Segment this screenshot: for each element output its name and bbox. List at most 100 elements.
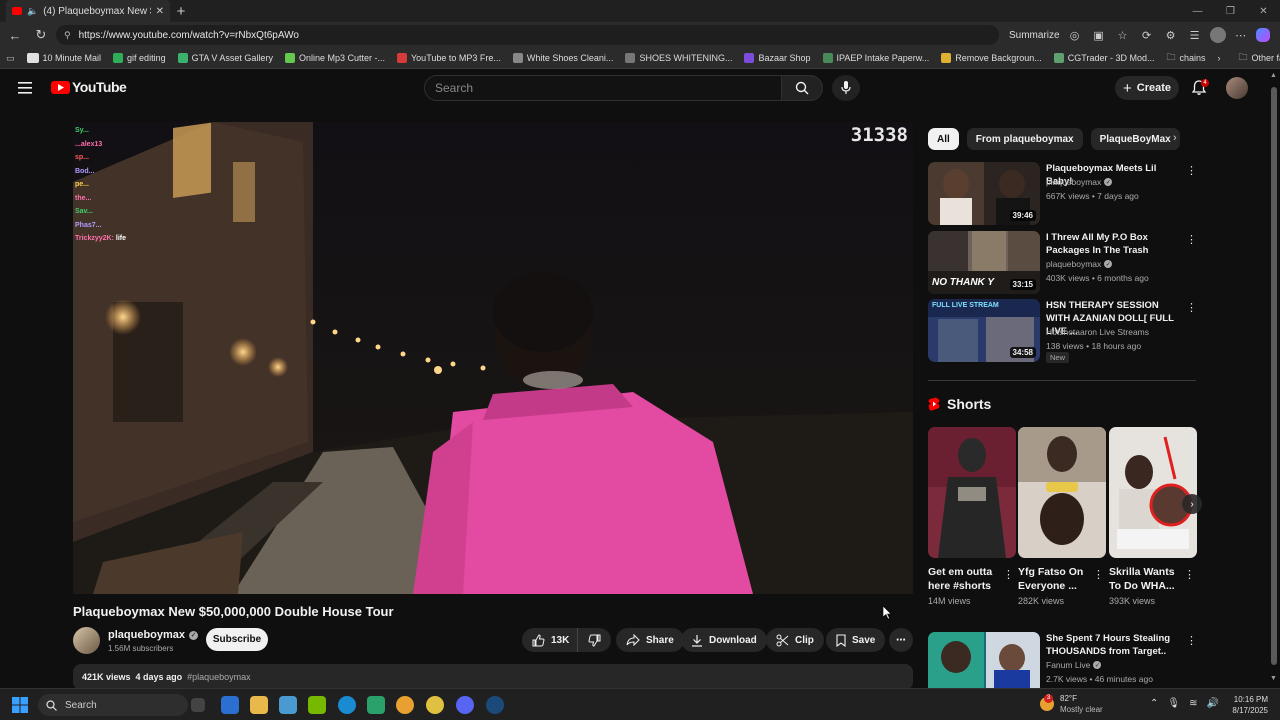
site-info-icon[interactable]: ⚲	[64, 30, 71, 41]
speaker-icon[interactable]: 🔈	[27, 6, 38, 17]
short-item[interactable]: Get em outta here #shorts 14M views ⋮	[928, 427, 1016, 606]
more-vertical-icon[interactable]: ⋮	[1186, 301, 1197, 315]
new-tab-icon[interactable]: +	[170, 0, 192, 22]
video-player[interactable]: 31338 Sy... ...alex13 sp... Bod... pe...…	[73, 122, 913, 594]
recommended-video[interactable]: She Spent 7 Hours Stealing THOUSANDS fro…	[928, 632, 1196, 688]
chip-plaqueboymax[interactable]: PlaqueBoyMax	[1090, 128, 1180, 150]
search-button[interactable]	[781, 75, 823, 101]
short-item[interactable]: Yfg Fatso On Everyone ... 282K views ⋮	[1018, 427, 1106, 606]
widgets-icon[interactable]	[221, 696, 239, 714]
hashtag-link[interactable]: #plaqueboymax	[187, 672, 251, 682]
close-tab-icon[interactable]: ✕	[156, 6, 164, 17]
short-thumbnail[interactable]	[1109, 427, 1197, 558]
scroll-up-icon[interactable]: ▲	[1270, 72, 1277, 79]
voice-search-button[interactable]	[832, 75, 860, 101]
bookmark-item[interactable]: Bazaar Shop	[744, 53, 811, 63]
chevron-right-icon[interactable]: ›	[1218, 53, 1221, 63]
wifi-icon[interactable]: ≋	[1189, 698, 1197, 709]
collections-icon[interactable]: ⚙	[1162, 26, 1180, 44]
recommended-video[interactable]: NO THANK Y 33:15 I Threw All My P.O Box …	[928, 231, 1197, 295]
download-button[interactable]: Download	[681, 628, 767, 652]
video-thumbnail[interactable]: FULL LIVE STREAM 34:58	[928, 299, 1040, 362]
bookmark-item[interactable]: Online Mp3 Cutter -...	[284, 53, 385, 63]
minimize-icon[interactable]: —	[1181, 0, 1214, 22]
bookmark-item[interactable]: 10 Minute Mail	[26, 53, 101, 63]
more-vertical-icon[interactable]: ⋮	[1186, 164, 1197, 178]
create-button[interactable]: + Create	[1115, 76, 1179, 100]
subscribe-button[interactable]: Subscribe	[206, 628, 268, 651]
app-icon[interactable]	[426, 696, 444, 714]
scrollbar-thumb[interactable]	[1271, 87, 1277, 665]
favorites-bar-icon[interactable]: ☰	[1186, 26, 1204, 44]
video-thumbnail[interactable]	[928, 632, 1040, 688]
channel-name-link[interactable]: plaqueboymax ✓	[108, 629, 199, 641]
short-thumbnail[interactable]	[1018, 427, 1106, 558]
bookmark-item[interactable]: SHOES WHITENING...	[625, 53, 732, 63]
video-thumbnail[interactable]: NO THANK Y 33:15	[928, 231, 1040, 294]
description-box[interactable]: 421K views 4 days ago #plaqueboymax	[73, 664, 913, 690]
more-vertical-icon[interactable]: ⋮	[1186, 634, 1196, 648]
account-avatar[interactable]	[1226, 77, 1248, 99]
more-vertical-icon[interactable]: ⋮	[1186, 233, 1197, 247]
browser-tab-active[interactable]: 🔈 (4) Plaqueboymax New $50,000,000 Doubl…	[6, 0, 170, 22]
short-thumbnail[interactable]	[928, 427, 1016, 558]
favorite-star-icon[interactable]: ☆	[1114, 26, 1132, 44]
bookmark-folder[interactable]: 🗀 chains	[1166, 50, 1205, 66]
app-icon[interactable]	[367, 696, 385, 714]
files-app-icon[interactable]	[279, 696, 297, 714]
steam-icon[interactable]	[486, 696, 504, 714]
split-screen-icon[interactable]: ▣	[1090, 26, 1108, 44]
task-view-icon[interactable]	[191, 698, 205, 712]
search-input[interactable]: Search	[424, 75, 782, 101]
page-scrollbar[interactable]: ▲ ▼	[1268, 69, 1280, 687]
bookmark-item[interactable]: Remove Backgroun...	[941, 53, 1042, 63]
url-field[interactable]: ⚲ https://www.youtube.com/watch?v=rNbxQt…	[56, 25, 999, 45]
weather-widget[interactable]: 3 82°F Mostly clear	[1040, 693, 1103, 715]
bookmark-item[interactable]: GTA V Asset Gallery	[177, 53, 273, 63]
volume-icon[interactable]: 🔊	[1206, 698, 1218, 709]
more-vertical-icon[interactable]: ⋮	[1003, 568, 1014, 581]
save-button[interactable]: Save	[826, 628, 886, 652]
bookmark-item[interactable]: YouTube to MP3 Fre...	[397, 53, 501, 63]
menu-icon[interactable]	[18, 81, 34, 95]
extensions-icon[interactable]: ⟳	[1138, 26, 1156, 44]
sidebar-toggle-icon[interactable]: ▭	[6, 53, 15, 64]
channel-avatar[interactable]	[73, 627, 100, 654]
video-thumbnail[interactable]: 39:46	[928, 162, 1040, 225]
file-explorer-icon[interactable]	[250, 696, 268, 714]
nvidia-icon[interactable]	[308, 696, 326, 714]
copilot-summary-icon[interactable]: ◎	[1066, 26, 1084, 44]
more-menu-icon[interactable]: ⋯	[1232, 26, 1250, 44]
short-item[interactable]: Skrilla Wants To Do WHA... 393K views ⋮	[1109, 427, 1197, 606]
recommended-video[interactable]: 39:46 Plaqueboymax Meets Lil Baby! plaqu…	[928, 162, 1197, 226]
shorts-next-button[interactable]: ›	[1182, 494, 1202, 514]
clip-button[interactable]: Clip	[766, 628, 824, 652]
chevron-up-icon[interactable]: ⌃	[1150, 698, 1158, 709]
bookmark-item[interactable]: IPAEP Intake Paperw...	[822, 53, 929, 63]
back-icon[interactable]: ←	[4, 24, 26, 46]
bookmark-item[interactable]: White Shoes Cleani...	[512, 53, 613, 63]
other-favorites-folder[interactable]: › 🗀 Other favorites	[1218, 50, 1280, 66]
chip-all[interactable]: All	[928, 128, 959, 150]
more-vertical-icon[interactable]: ⋮	[1093, 568, 1104, 581]
youtube-logo[interactable]: YouTube	[51, 79, 127, 95]
taskbar-search[interactable]: Search	[38, 694, 188, 716]
share-button[interactable]: Share	[616, 628, 684, 652]
dislike-button[interactable]	[577, 628, 611, 652]
profile-avatar[interactable]	[1209, 27, 1226, 43]
maximize-icon[interactable]: ❐	[1214, 0, 1247, 22]
chevron-right-icon[interactable]: ›	[1173, 132, 1177, 144]
chrome-icon[interactable]	[396, 696, 414, 714]
more-vertical-icon[interactable]: ⋮	[1184, 568, 1195, 581]
bookmark-item[interactable]: CGTrader - 3D Mod...	[1053, 53, 1154, 63]
bookmark-item[interactable]: gif editing	[113, 53, 166, 63]
scroll-down-icon[interactable]: ▼	[1270, 675, 1277, 682]
chip-from-channel[interactable]: From plaqueboymax	[966, 128, 1083, 150]
edge-icon[interactable]	[338, 696, 356, 714]
discord-icon[interactable]	[456, 696, 474, 714]
copilot-icon[interactable]	[1255, 28, 1270, 42]
close-window-icon[interactable]: ✕	[1247, 0, 1280, 22]
more-actions-button[interactable]: ⋯	[889, 628, 913, 652]
like-button[interactable]: 13K	[522, 628, 578, 652]
refresh-icon[interactable]: ↻	[30, 24, 52, 46]
